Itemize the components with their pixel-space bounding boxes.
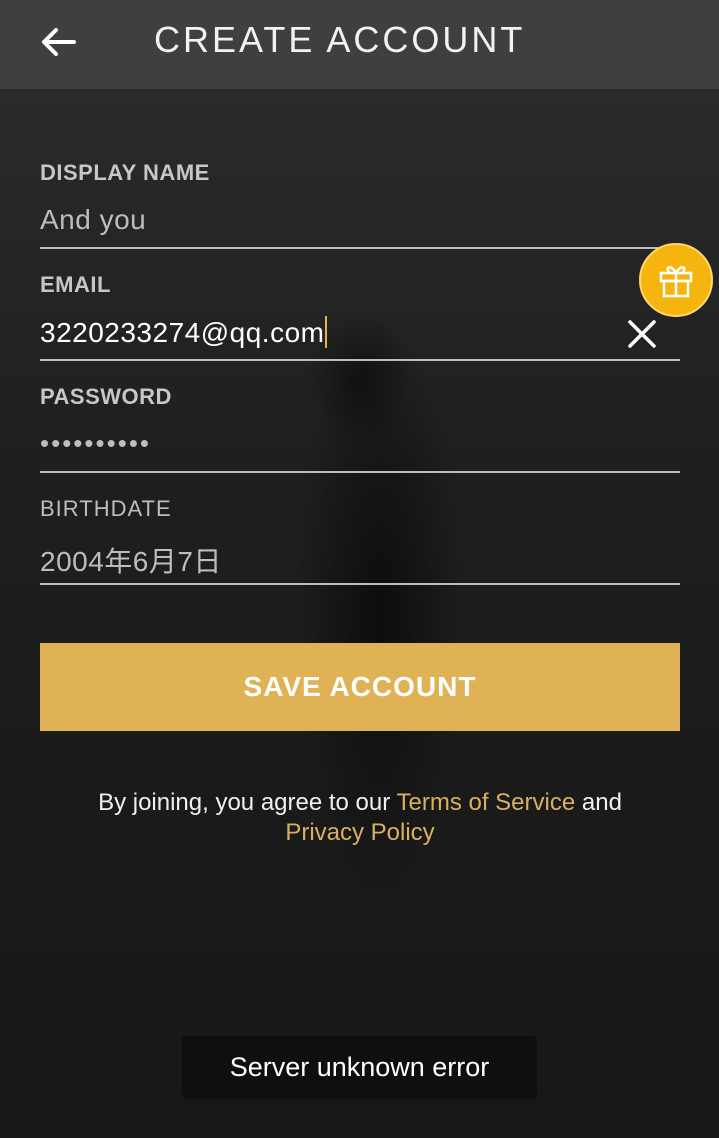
birthdate-underline <box>40 583 680 585</box>
terms-prefix: By joining, you agree to our <box>98 789 397 816</box>
email-value: 3220233274@qq.com <box>40 317 325 348</box>
birthdate-label: BIRTHDATE <box>40 496 172 521</box>
page-title: CREATE ACCOUNT <box>154 19 526 60</box>
privacy-policy-link[interactable]: Privacy Policy <box>285 819 434 846</box>
password-field[interactable]: PASSWORD •••••••••• <box>40 374 680 486</box>
save-account-button[interactable]: SAVE ACCOUNT <box>40 643 680 731</box>
email-field[interactable]: EMAIL 3220233274@qq.com <box>40 262 680 374</box>
close-icon <box>628 320 656 348</box>
clear-email-button[interactable] <box>622 314 662 354</box>
password-label: PASSWORD <box>40 384 172 409</box>
email-input[interactable]: 3220233274@qq.com <box>40 316 640 349</box>
text-caret <box>325 316 328 348</box>
account-form: DISPLAY NAME And you EMAIL 3220233274@qq… <box>40 150 680 598</box>
terms-middle: and <box>575 789 622 816</box>
email-underline <box>40 359 680 361</box>
arrow-left-icon <box>42 28 76 56</box>
back-button[interactable] <box>36 20 80 64</box>
app-header: CREATE ACCOUNT <box>0 0 719 89</box>
gift-button[interactable] <box>639 243 713 317</box>
email-label: EMAIL <box>40 272 111 297</box>
display-name-field[interactable]: DISPLAY NAME And you <box>40 150 680 262</box>
display-name-underline <box>40 247 680 249</box>
error-toast: Server unknown error <box>182 1036 537 1099</box>
gift-icon <box>659 266 693 298</box>
terms-of-service-link[interactable]: Terms of Service <box>396 789 575 816</box>
birthdate-input[interactable]: 2004年6月7日 <box>40 540 640 580</box>
terms-notice: By joining, you agree to our Terms of Se… <box>40 788 680 848</box>
display-name-label: DISPLAY NAME <box>40 160 210 185</box>
birthdate-field[interactable]: BIRTHDATE 2004年6月7日 <box>40 486 680 598</box>
display-name-input[interactable]: And you <box>40 204 640 236</box>
password-input[interactable]: •••••••••• <box>40 428 640 459</box>
password-underline <box>40 471 680 473</box>
